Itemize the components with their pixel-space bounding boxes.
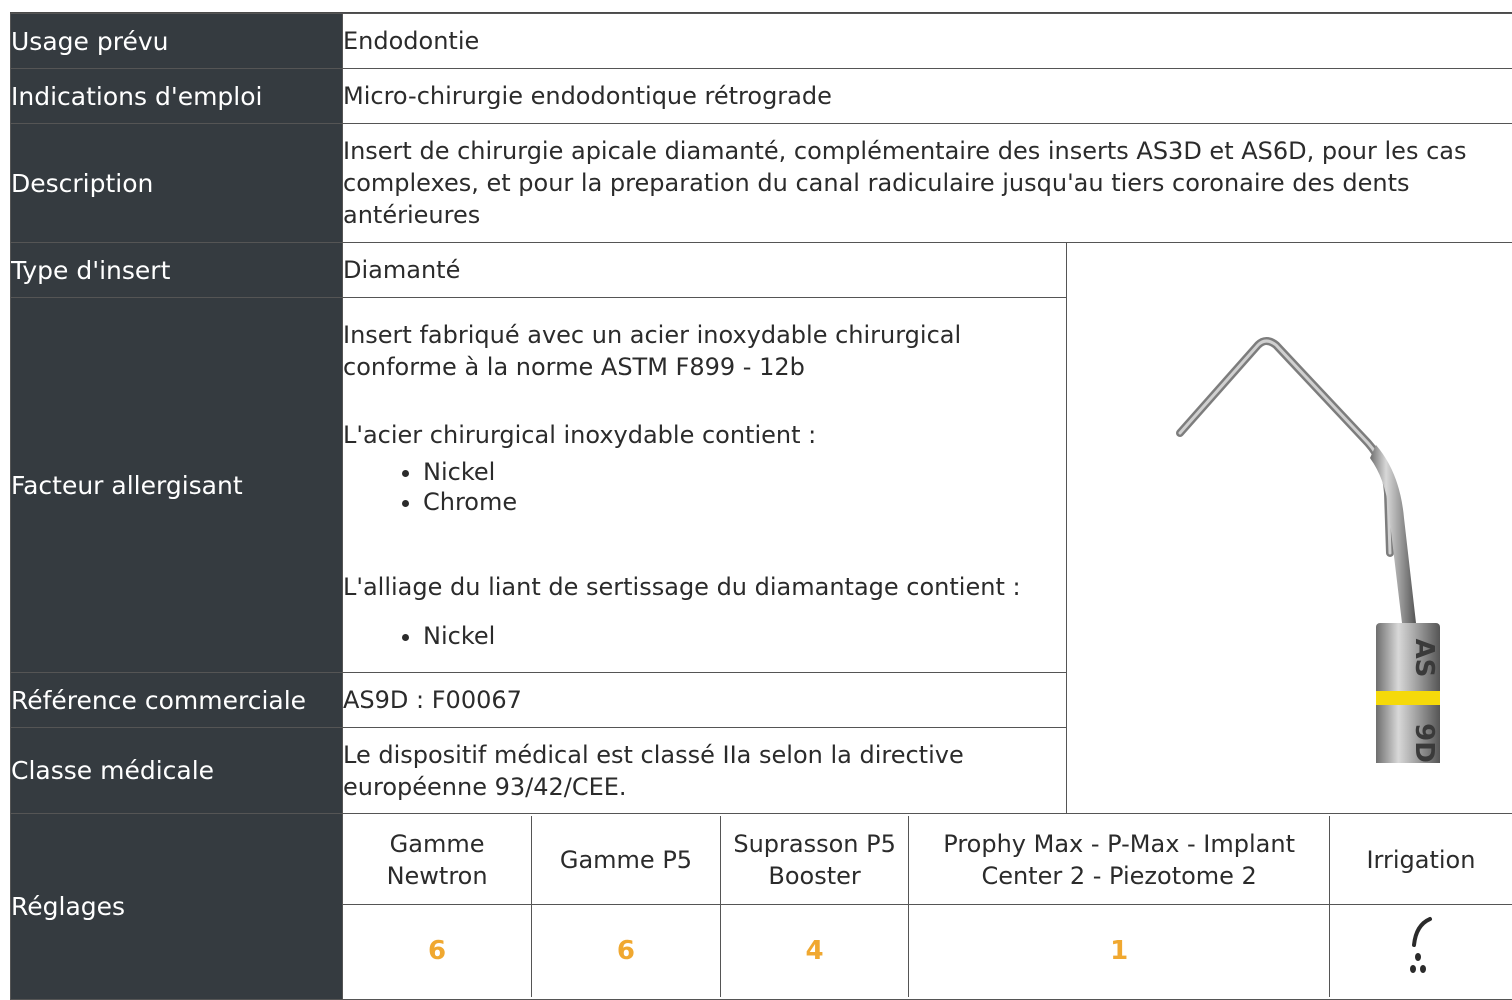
settings-value: 4 <box>720 905 909 998</box>
allergen-label: Facteur allergisant <box>11 298 343 673</box>
description-label: Description <box>11 124 343 243</box>
reference-value: AS9D : F00067 <box>343 673 1067 728</box>
engraving-top: AS <box>1409 639 1439 678</box>
settings-value-row: 6 6 4 1 <box>343 905 1512 998</box>
settings-header-row: Gamme Newtron Gamme P5 Suprasson P5 Boos… <box>343 816 1512 905</box>
class-value: Le dispositif médical est classé IIa sel… <box>343 728 1067 814</box>
row-type: Type d'insert Diamanté <box>11 243 1512 298</box>
list-item: Chrome <box>423 487 1066 517</box>
settings-cell: Gamme Newtron Gamme P5 Suprasson P5 Boos… <box>343 814 1512 1000</box>
spec-table: Usage prévu Endodontie Indications d'emp… <box>10 13 1512 1000</box>
settings-header: Irrigation <box>1329 816 1512 905</box>
usage-value: Endodontie <box>343 14 1512 69</box>
type-value: Diamanté <box>343 243 1067 298</box>
steel-heading: L'acier chirurgical inoxydable contient … <box>343 419 1066 451</box>
list-item: Nickel <box>423 621 1066 651</box>
settings-header: Gamme P5 <box>532 816 721 905</box>
alloy-list: Nickel <box>343 621 1066 651</box>
usage-label: Usage prévu <box>11 14 343 69</box>
class-label: Classe médicale <box>11 728 343 814</box>
settings-label: Réglages <box>11 814 343 1000</box>
reference-label: Référence commerciale <box>11 673 343 728</box>
color-ring <box>1376 691 1440 705</box>
settings-value: 6 <box>343 905 532 998</box>
steel-list: Nickel Chrome <box>343 457 1066 517</box>
row-indications: Indications d'emploi Micro-chirurgie end… <box>11 69 1512 124</box>
settings-header: Suprasson P5 Booster <box>720 816 909 905</box>
alloy-heading: L'alliage du liant de sertissage du diam… <box>343 571 1066 603</box>
allergen-value: Insert fabriqué avec un acier inoxydable… <box>343 298 1067 673</box>
settings-header: Prophy Max - P-Max - Implant Center 2 - … <box>909 816 1329 905</box>
allergen-intro: Insert fabriqué avec un acier inoxydable… <box>343 319 1066 383</box>
settings-table: Gamme Newtron Gamme P5 Suprasson P5 Boos… <box>343 816 1512 997</box>
list-item: Nickel <box>423 457 1066 487</box>
irrigation-cell <box>1329 905 1512 998</box>
description-value: Insert de chirurgie apicale diamanté, co… <box>343 124 1512 243</box>
product-image-cell: AS 9D <box>1067 243 1512 814</box>
indications-value: Micro-chirurgie endodontique rétrograde <box>343 69 1512 124</box>
settings-header: Gamme Newtron <box>343 816 532 905</box>
engraving-bottom: 9D <box>1409 723 1439 763</box>
row-usage: Usage prévu Endodontie <box>11 14 1512 69</box>
row-description: Description Insert de chirurgie apicale … <box>11 124 1512 243</box>
settings-value: 1 <box>909 905 1329 998</box>
spec-sheet: Usage prévu Endodontie Indications d'emp… <box>0 0 1512 999</box>
irrigation-drops-icon <box>1406 915 1436 979</box>
row-settings: Réglages Gamme Newtron Gamme P5 Suprasso… <box>11 814 1512 1000</box>
type-label: Type d'insert <box>11 243 343 298</box>
ultrasonic-insert-image: AS 9D <box>1140 293 1440 763</box>
indications-label: Indications d'emploi <box>11 69 343 124</box>
settings-value: 6 <box>532 905 721 998</box>
